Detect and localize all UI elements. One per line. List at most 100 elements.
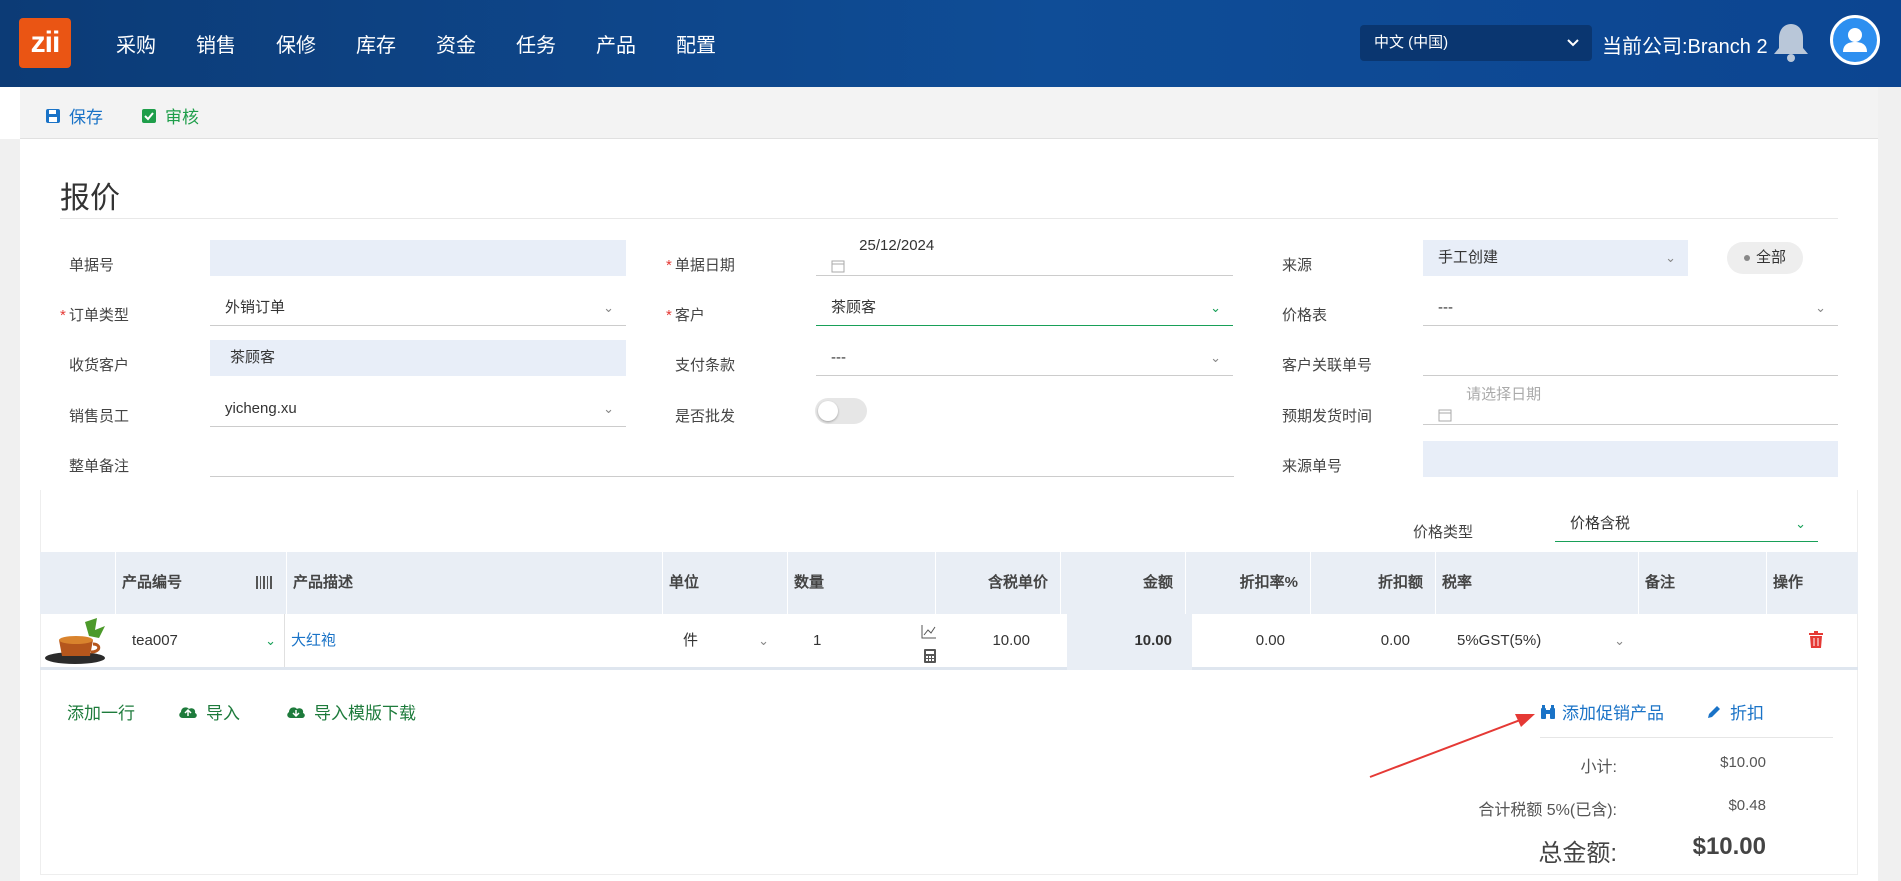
doc-date-picker[interactable]: 25/12/2024 (816, 237, 1233, 276)
app-logo[interactable]: zii (19, 18, 71, 68)
col-header-disc-amt: 折扣额 (1310, 552, 1435, 614)
import-button[interactable]: 导入 (178, 699, 240, 724)
chart-line-icon[interactable] (921, 624, 937, 640)
unit-value: 件 (683, 632, 699, 649)
audit-label: 审核 (165, 108, 199, 127)
nav-item-tasks[interactable]: 任务 (506, 29, 566, 58)
page-title: 报价 (60, 182, 120, 215)
ship-customer-field[interactable]: 茶顾客 (210, 340, 626, 376)
save-label: 保存 (69, 108, 103, 127)
price-list-value: --- (1438, 299, 1453, 316)
nav-item-inventory[interactable]: 库存 (346, 29, 406, 58)
col-header-unit: 单位 (662, 552, 787, 614)
wholesale-label: 是否批发 (675, 408, 736, 425)
chevron-down-icon: ⌄ (1795, 516, 1806, 531)
trash-icon[interactable] (1808, 614, 1828, 667)
col-header-code: 产品编号 (115, 552, 286, 614)
language-select[interactable]: 中文 (中国) (1360, 25, 1592, 61)
col-header-note: 备注 (1638, 552, 1766, 614)
table-header: 产品编号 产品描述 单位 数量 含税单价 金额 折扣率% 折扣额 税率 备注 操… (40, 552, 1858, 614)
product-desc-link[interactable]: 大红袍 (291, 614, 661, 667)
price-type-label: 价格类型 (1413, 524, 1474, 541)
nav-item-warranty[interactable]: 保修 (266, 29, 326, 58)
price-type-value: 价格含税 (1570, 515, 1631, 532)
page-gutter-left (0, 139, 20, 881)
nav-item-sales[interactable]: 销售 (186, 29, 246, 58)
price-type-select[interactable]: 价格含税 ⌄ (1555, 506, 1818, 542)
col-header-qty: 数量 (787, 552, 935, 614)
chevron-down-icon: ⌄ (758, 633, 769, 648)
product-code-value: tea007 (132, 632, 178, 649)
col-header-disc-rate: 折扣率% (1185, 552, 1310, 614)
col-header-op: 操作 (1766, 552, 1858, 614)
chevron-down-icon: ⌄ (1815, 300, 1826, 315)
checkbox-icon (142, 108, 156, 123)
grand-total-label: 总金额: (1538, 840, 1617, 867)
amount-value: 10.00 (1067, 614, 1192, 670)
download-template-button[interactable]: 导入模版下载 (286, 699, 416, 724)
remark-field[interactable] (210, 441, 1234, 477)
cloud-download-icon (287, 706, 305, 718)
nav-item-config[interactable]: 配置 (666, 29, 726, 58)
customer-value: 茶顾客 (831, 299, 877, 316)
doc-no-field[interactable] (210, 240, 626, 276)
nav-item-finance[interactable]: 资金 (426, 29, 486, 58)
bell-icon[interactable] (1770, 20, 1812, 64)
customer-ref-field[interactable] (1423, 340, 1838, 376)
expected-ship-date-picker[interactable]: 请选择日期 (1423, 386, 1838, 425)
nav-item-products[interactable]: 产品 (586, 29, 646, 58)
note-input[interactable] (1640, 614, 1765, 667)
chevron-down-icon (1566, 25, 1580, 75)
save-button[interactable]: 保存 (45, 103, 103, 128)
audit-button[interactable]: 审核 (141, 103, 199, 128)
unit-select[interactable]: 件 ⌄ (683, 614, 783, 667)
ship-customer-label: 收货客户 (69, 357, 130, 374)
order-type-value: 外销订单 (225, 299, 286, 316)
product-code-select[interactable]: tea007 ⌄ (117, 614, 285, 667)
discount-amount-input[interactable]: 0.00 (1335, 614, 1410, 667)
qty-input[interactable]: 1 (813, 614, 893, 667)
product-thumbnail (45, 614, 113, 667)
divider (60, 218, 1838, 219)
source-no-field[interactable] (1423, 441, 1838, 477)
nav-item-purchase[interactable]: 采购 (106, 29, 166, 58)
order-type-label: * 订单类型 (60, 307, 129, 324)
table-row: tea007 ⌄ 大红袍 件 ⌄ 1 10.00 10.00 0.00 0.00… (40, 614, 1858, 670)
unit-price-input[interactable]: 10.00 (955, 614, 1030, 667)
source-value: 手工创建 (1438, 249, 1499, 266)
source-no-label: 来源单号 (1282, 458, 1343, 475)
wholesale-toggle[interactable] (815, 398, 867, 424)
tax-value: 5%GST(5%) (1457, 632, 1542, 649)
add-promo-product-button[interactable]: 添加促销产品 (1540, 699, 1664, 724)
customer-ref-label: 客户关联单号 (1282, 357, 1373, 374)
add-row-button[interactable]: 添加一行 (67, 699, 135, 724)
tax-total-label: 合计税额 5%(已含): (1478, 802, 1617, 819)
price-list-label: 价格表 (1282, 307, 1328, 324)
chevron-down-icon: ⌄ (603, 401, 614, 416)
discount-rate-input[interactable]: 0.00 (1210, 614, 1285, 667)
chevron-down-icon: ⌄ (603, 300, 614, 315)
col-header-amount: 金额 (1060, 552, 1185, 614)
salesperson-value: yicheng.xu (225, 400, 297, 417)
customer-label: * 客户 (666, 307, 705, 324)
doc-date-label: * 单据日期 (666, 257, 735, 274)
customer-select[interactable]: 茶顾客 ⌄ (816, 290, 1233, 326)
tax-select[interactable]: 5%GST(5%) ⌄ (1457, 614, 1637, 667)
chevron-down-icon: ⌄ (1210, 300, 1221, 315)
calendar-icon (831, 251, 845, 273)
source-select[interactable]: 手工创建 ⌄ (1423, 240, 1688, 276)
payment-terms-select[interactable]: --- ⌄ (816, 340, 1233, 376)
discount-button[interactable]: 折扣 (1706, 699, 1764, 724)
salesperson-select[interactable]: yicheng.xu ⌄ (210, 391, 626, 427)
calculator-icon[interactable] (923, 648, 937, 664)
all-filter-pill[interactable]: 全部 (1727, 242, 1803, 274)
price-list-select[interactable]: --- ⌄ (1423, 290, 1838, 326)
toolbar: 保存 审核 (20, 87, 1878, 139)
col-header-price: 含税单价 (935, 552, 1060, 614)
language-value: 中文 (中国) (1374, 34, 1449, 51)
avatar[interactable] (1830, 15, 1880, 65)
order-type-select[interactable]: 外销订单 ⌄ (210, 290, 626, 326)
expected-ship-placeholder: 请选择日期 (1466, 386, 1542, 403)
salesperson-label: 销售员工 (69, 408, 130, 425)
payment-terms-label: 支付条款 (675, 357, 736, 374)
